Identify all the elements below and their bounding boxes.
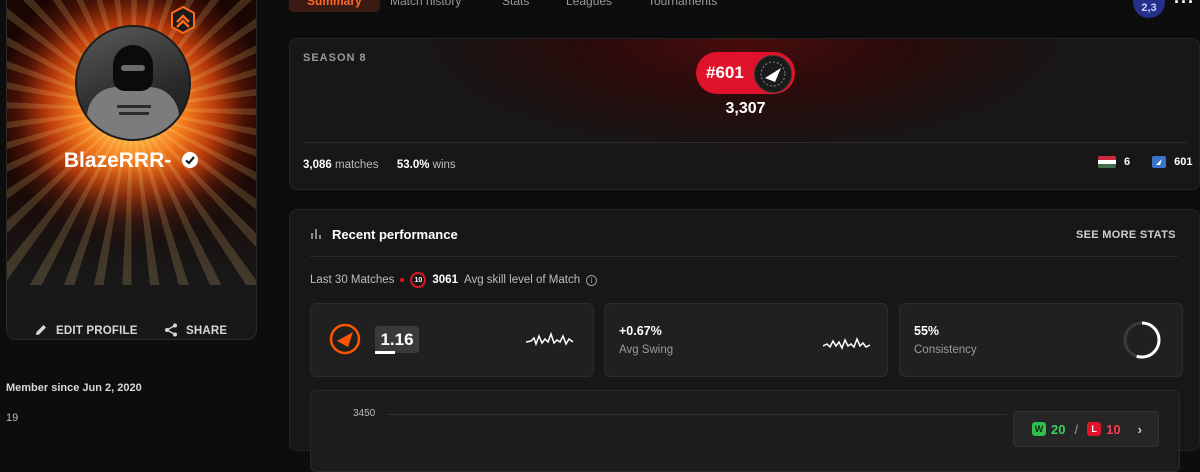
swing-sparkline xyxy=(823,336,871,350)
share-label: SHARE xyxy=(186,325,228,337)
performance-title: Recent performance xyxy=(332,227,458,242)
last-matches-label: Last 30 Matches xyxy=(310,274,395,286)
edit-profile-button[interactable]: EDIT PROFILE xyxy=(34,316,138,346)
more-options-icon[interactable]: ··· xyxy=(1174,0,1195,13)
region-icon xyxy=(1152,156,1167,168)
avg-swing-stat-box[interactable]: +0.67% Avg Swing xyxy=(604,303,888,377)
chart-tick-label: 3450 xyxy=(353,408,376,419)
profile-card: BlazeRRR- xyxy=(6,0,257,340)
divider xyxy=(303,142,1187,143)
rank-value: #601 xyxy=(706,63,744,82)
win-badge: W xyxy=(1032,422,1046,436)
kd-stat-box[interactable]: 1.16 xyxy=(310,303,594,377)
kd-value: 1.16 xyxy=(375,326,419,353)
region-rank: 601 xyxy=(1174,156,1193,168)
performance-header: Recent performance xyxy=(310,227,458,242)
consistency-label: Consistency xyxy=(914,344,977,356)
tab-leagues[interactable]: Leagues xyxy=(566,0,612,12)
member-since: Member since Jun 2, 2020 xyxy=(6,382,142,394)
avatar-print xyxy=(117,105,151,108)
tab-summary[interactable]: Summary xyxy=(289,0,380,12)
consistency-value: 55% xyxy=(914,324,940,338)
matches-label: matches xyxy=(334,159,379,171)
username: BlazeRRR- xyxy=(7,149,256,173)
avatar[interactable] xyxy=(75,25,191,141)
elo-value: 3,307 xyxy=(725,100,766,117)
rank-pill[interactable]: #601 xyxy=(696,52,795,94)
losses-count: 10 xyxy=(1106,421,1121,437)
wins-count: 20 xyxy=(1051,421,1066,437)
swing-value: +0.67% xyxy=(619,324,662,338)
elo-chart: 3450 W 20 / L 10 › xyxy=(310,390,1180,472)
season-title: SEASON 8 xyxy=(303,52,367,64)
last-matches-summary: Last 30 Matches 10 3061 Avg skill level … xyxy=(310,272,598,288)
win-loss-box[interactable]: W 20 / L 10 › xyxy=(1013,411,1159,447)
winrate-value: 53.0% xyxy=(396,159,430,171)
divider xyxy=(310,256,1178,257)
profile-actions: EDIT PROFILE SHARE xyxy=(0,316,249,346)
edit-profile-label: EDIT PROFILE xyxy=(56,325,138,337)
season-stats: 3,086 matches 53.0% wins xyxy=(303,159,456,171)
faceit-orange-icon xyxy=(329,323,361,355)
avg-skill-label: Avg skill level of Match xyxy=(463,274,581,286)
level-badge-icon xyxy=(169,5,197,35)
tab-tournaments[interactable]: Tournaments xyxy=(648,0,717,12)
see-more-stats-link[interactable]: SEE MORE STATS xyxy=(1076,229,1176,241)
username-text: BlazeRRR- xyxy=(63,149,172,172)
swing-label: Avg Swing xyxy=(619,344,674,356)
kd-progress-bar xyxy=(375,351,395,354)
share-icon xyxy=(164,323,178,340)
winrate-label: wins xyxy=(432,159,456,171)
pencil-icon xyxy=(34,323,48,340)
recent-performance-card: Recent performance SEE MORE STATS Last 3… xyxy=(289,209,1200,472)
loss-badge: L xyxy=(1087,422,1102,436)
skill-level-icon: 10 xyxy=(410,272,427,288)
tab-stats[interactable]: Stats xyxy=(502,0,529,12)
user-menu-avatar[interactable]: 2,3 xyxy=(1133,0,1165,18)
avg-skill-value: 3061 xyxy=(432,274,458,286)
verified-icon xyxy=(181,151,199,169)
consistency-ring xyxy=(1123,321,1161,359)
dot-separator xyxy=(400,278,405,282)
country-region-ranks: 6 601 xyxy=(1098,156,1192,168)
info-icon[interactable]: i xyxy=(586,274,598,286)
kd-sparkline xyxy=(526,331,574,347)
tab-match-history[interactable]: Match history xyxy=(390,0,461,12)
matches-value: 3,086 xyxy=(303,159,332,171)
member-count: 19 xyxy=(6,412,19,424)
hungary-flag-icon xyxy=(1098,156,1116,168)
challenger-emblem-icon xyxy=(754,55,792,93)
share-button[interactable]: SHARE xyxy=(164,316,227,346)
country-rank: 6 xyxy=(1124,156,1131,168)
consistency-stat-box[interactable]: 55% Consistency xyxy=(899,303,1183,377)
bar-chart-icon xyxy=(310,227,322,242)
season-card: SEASON 8 #601 3,307 3,086 matches 53.0% … xyxy=(289,38,1200,190)
wl-separator: / xyxy=(1074,421,1079,437)
chevron-right-icon[interactable]: › xyxy=(1138,422,1142,437)
chart-gridline xyxy=(387,414,1007,415)
